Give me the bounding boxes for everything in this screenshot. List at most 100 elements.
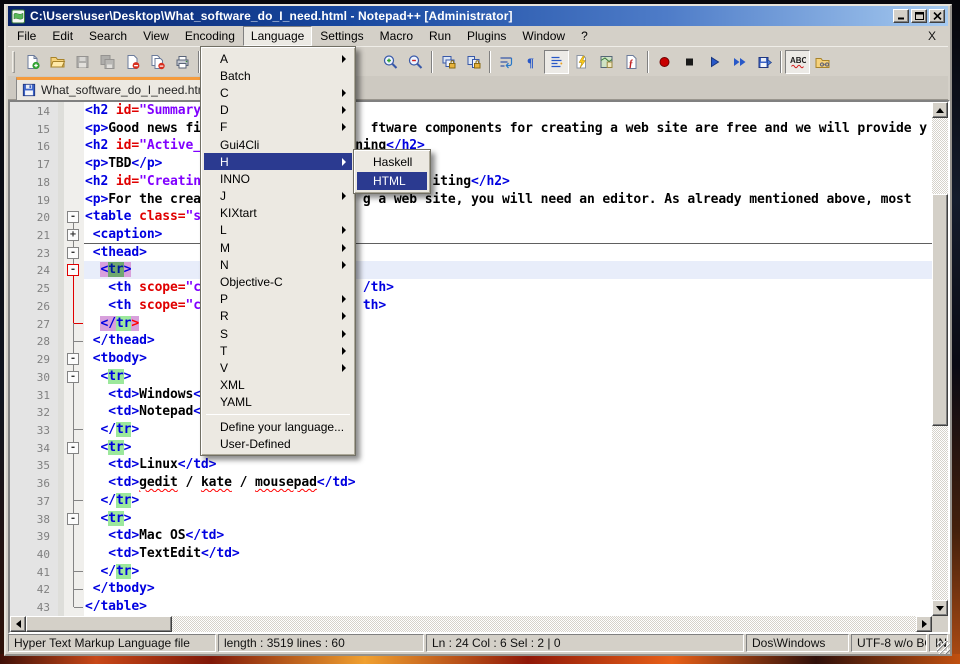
fold-margin[interactable] bbox=[64, 120, 84, 138]
fold-margin[interactable] bbox=[64, 137, 84, 155]
fold-margin[interactable]: + bbox=[64, 226, 84, 244]
menu-window[interactable]: Window bbox=[514, 26, 573, 46]
fold-margin[interactable] bbox=[64, 155, 84, 173]
vertical-scroll-thumb[interactable] bbox=[932, 194, 948, 426]
fold-collapse-box[interactable]: - bbox=[67, 442, 79, 454]
minimize-button[interactable] bbox=[893, 9, 909, 23]
zoom-in-button[interactable] bbox=[378, 50, 403, 74]
menu-search[interactable]: Search bbox=[81, 26, 135, 46]
fold-margin[interactable] bbox=[64, 403, 84, 421]
scroll-up-button[interactable] bbox=[932, 102, 948, 118]
language-menu-item-h[interactable]: H bbox=[204, 153, 352, 170]
language-menu-item-inno[interactable]: INNO bbox=[204, 170, 352, 187]
language-menu-item-gui4cli[interactable]: Gui4Cli bbox=[204, 136, 352, 153]
horizontal-scroll-thumb[interactable] bbox=[26, 616, 172, 632]
run-macro-multiple-times-button[interactable] bbox=[727, 50, 752, 74]
show-paragraph-button[interactable]: ¶ bbox=[519, 50, 544, 74]
language-menu-item-d[interactable]: D bbox=[204, 102, 352, 119]
menu-plugins[interactable]: Plugins bbox=[459, 26, 514, 46]
scroll-left-button[interactable] bbox=[10, 616, 26, 632]
open-containing-folder-button[interactable] bbox=[810, 50, 835, 74]
language-menu-item-p[interactable]: P bbox=[204, 291, 352, 308]
close-button[interactable] bbox=[120, 50, 145, 74]
fold-margin[interactable]: - bbox=[64, 244, 84, 262]
word-wrap-button[interactable] bbox=[494, 50, 519, 74]
menu-help[interactable]: ? bbox=[573, 26, 596, 46]
close-window-button[interactable] bbox=[929, 9, 945, 23]
fold-margin[interactable] bbox=[64, 173, 84, 191]
show-all-characters-button[interactable] bbox=[544, 50, 569, 74]
code-text[interactable]: </tbody> bbox=[84, 580, 932, 598]
fold-margin[interactable]: - bbox=[64, 261, 84, 279]
language-menu-item-j[interactable]: J bbox=[204, 188, 352, 205]
fold-margin[interactable]: - bbox=[64, 368, 84, 386]
scroll-right-button[interactable] bbox=[916, 616, 932, 632]
fold-collapse-box[interactable]: - bbox=[67, 211, 79, 223]
language-menu-item-xml[interactable]: XML bbox=[204, 377, 352, 394]
close-all-button[interactable] bbox=[145, 50, 170, 74]
open-file-button[interactable] bbox=[45, 50, 70, 74]
fold-margin[interactable] bbox=[64, 332, 84, 350]
fold-margin[interactable]: - bbox=[64, 439, 84, 457]
menubar-close-document-button[interactable]: X bbox=[924, 28, 940, 44]
language-menu-item-v[interactable]: V bbox=[204, 359, 352, 376]
fold-margin[interactable] bbox=[64, 315, 84, 333]
fold-collapse-box[interactable]: - bbox=[67, 264, 79, 276]
save-recorded-macro-button[interactable] bbox=[752, 50, 777, 74]
language-menu-item-define-your-language-[interactable]: Define your language... bbox=[204, 418, 352, 435]
fold-margin[interactable] bbox=[64, 545, 84, 563]
fold-margin[interactable] bbox=[64, 492, 84, 510]
fold-margin[interactable] bbox=[64, 297, 84, 315]
zoom-out-button[interactable] bbox=[403, 50, 428, 74]
fold-margin[interactable] bbox=[64, 386, 84, 404]
code-text[interactable]: </tr> bbox=[84, 563, 932, 581]
sync-vertical-scrolling-button[interactable] bbox=[436, 50, 461, 74]
resize-grip[interactable] bbox=[937, 641, 950, 654]
fold-margin[interactable] bbox=[64, 474, 84, 492]
spell-check-button[interactable]: ABC bbox=[785, 50, 810, 74]
menu-edit[interactable]: Edit bbox=[44, 26, 81, 46]
submenu-item-html[interactable]: HTML bbox=[357, 172, 427, 191]
language-menu-item-n[interactable]: N bbox=[204, 256, 352, 273]
submenu-item-haskell[interactable]: Haskell bbox=[357, 153, 427, 172]
maximize-button[interactable] bbox=[911, 9, 927, 23]
language-menu-item-yaml[interactable]: YAML bbox=[204, 394, 352, 411]
function-list-button[interactable]: ƒ bbox=[619, 50, 644, 74]
scroll-down-button[interactable] bbox=[932, 600, 948, 616]
fold-margin[interactable] bbox=[64, 191, 84, 209]
fold-margin[interactable]: - bbox=[64, 208, 84, 226]
language-menu-item-batch[interactable]: Batch bbox=[204, 67, 352, 84]
document-map-button[interactable] bbox=[594, 50, 619, 74]
menu-encoding[interactable]: Encoding bbox=[177, 26, 243, 46]
menu-language[interactable]: Language bbox=[243, 26, 312, 46]
save-button[interactable] bbox=[70, 50, 95, 74]
horizontal-scrollbar[interactable] bbox=[10, 616, 932, 632]
language-menu-item-f[interactable]: F bbox=[204, 119, 352, 136]
fold-margin[interactable] bbox=[64, 580, 84, 598]
menu-view[interactable]: View bbox=[135, 26, 177, 46]
fold-margin[interactable]: - bbox=[64, 350, 84, 368]
language-menu-item-l[interactable]: L bbox=[204, 222, 352, 239]
fold-margin[interactable] bbox=[64, 563, 84, 581]
language-menu-item-s[interactable]: S bbox=[204, 325, 352, 342]
fold-margin[interactable] bbox=[64, 527, 84, 545]
stop-recording-button[interactable] bbox=[677, 50, 702, 74]
fold-expand-box[interactable]: + bbox=[67, 229, 79, 241]
fold-collapse-box[interactable]: - bbox=[67, 371, 79, 383]
language-menu-item-m[interactable]: M bbox=[204, 239, 352, 256]
language-menu-item-r[interactable]: R bbox=[204, 308, 352, 325]
toolbar-grip[interactable] bbox=[12, 51, 15, 73]
fold-collapse-box[interactable]: - bbox=[67, 353, 79, 365]
start-recording-button[interactable] bbox=[652, 50, 677, 74]
language-menu-item-a[interactable]: A bbox=[204, 50, 352, 67]
language-menu-item-t[interactable]: T bbox=[204, 342, 352, 359]
code-text[interactable]: <td>Linux</td> bbox=[84, 456, 932, 474]
menu-settings[interactable]: Settings bbox=[312, 26, 371, 46]
vertical-scrollbar[interactable] bbox=[932, 102, 948, 616]
show-indent-guide-button[interactable] bbox=[569, 50, 594, 74]
menu-macro[interactable]: Macro bbox=[372, 26, 421, 46]
playback-button[interactable] bbox=[702, 50, 727, 74]
save-all-button[interactable] bbox=[95, 50, 120, 74]
fold-margin[interactable] bbox=[64, 102, 84, 120]
new-file-button[interactable] bbox=[20, 50, 45, 74]
